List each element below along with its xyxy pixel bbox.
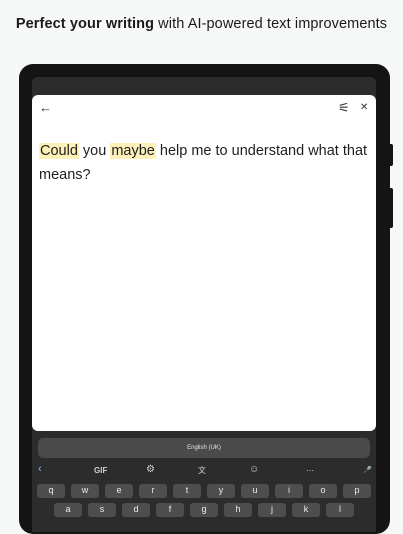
- key-d[interactable]: d: [122, 503, 150, 517]
- key-j[interactable]: j: [258, 503, 286, 517]
- key-g[interactable]: g: [190, 503, 218, 517]
- headline-bold: Perfect your writing: [15, 16, 155, 32]
- editor-text[interactable]: Could you maybe help me to understand wh…: [39, 139, 369, 187]
- key-p[interactable]: p: [343, 484, 371, 498]
- headline-rest: with AI-powered text improvements: [154, 16, 388, 32]
- gif-button[interactable]: GIF: [94, 466, 107, 476]
- editor-text-segment: you: [78, 143, 111, 159]
- more-icon[interactable]: ⋯: [306, 466, 314, 476]
- highlighted-word-could[interactable]: Could: [39, 143, 79, 159]
- power-button: [389, 188, 393, 228]
- key-t[interactable]: t: [173, 484, 201, 498]
- collapse-icon[interactable]: ‹: [38, 464, 42, 475]
- key-a[interactable]: a: [54, 503, 82, 517]
- editor-card: ← ⚟ ✕ Could you maybe help me to underst…: [32, 95, 376, 431]
- key-s[interactable]: s: [88, 503, 116, 517]
- key-f[interactable]: f: [156, 503, 184, 517]
- microphone-icon[interactable]: 🎤: [363, 466, 372, 476]
- key-e[interactable]: e: [105, 484, 133, 498]
- key-h[interactable]: h: [224, 503, 252, 517]
- keyboard-language-bar[interactable]: English (UK): [38, 438, 370, 458]
- key-r[interactable]: r: [139, 484, 167, 498]
- key-q[interactable]: q: [37, 484, 65, 498]
- volume-button: [389, 144, 393, 166]
- key-w[interactable]: w: [71, 484, 99, 498]
- keyboard-settings-icon[interactable]: ⚙: [146, 465, 155, 475]
- headline: Perfect your writing with AI-powered tex…: [0, 16, 403, 32]
- close-icon[interactable]: ✕: [360, 101, 368, 115]
- key-k[interactable]: k: [292, 503, 320, 517]
- key-y[interactable]: y: [207, 484, 235, 498]
- translate-icon[interactable]: 文: [198, 466, 206, 476]
- sticker-icon[interactable]: ☺: [249, 465, 259, 475]
- adjust-settings-icon[interactable]: ⚟: [338, 101, 350, 115]
- highlighted-word-maybe[interactable]: maybe: [110, 143, 156, 159]
- key-o[interactable]: o: [309, 484, 337, 498]
- back-arrow-icon[interactable]: ←: [39, 101, 52, 115]
- keyboard-toolbar: ‹ GIF ⚙ 文 ☺ ⋯ 🎤: [32, 464, 376, 478]
- tablet-screen: ← ⚟ ✕ Could you maybe help me to underst…: [32, 77, 376, 532]
- key-u[interactable]: u: [241, 484, 269, 498]
- key-i[interactable]: i: [275, 484, 303, 498]
- key-l[interactable]: l: [326, 503, 354, 517]
